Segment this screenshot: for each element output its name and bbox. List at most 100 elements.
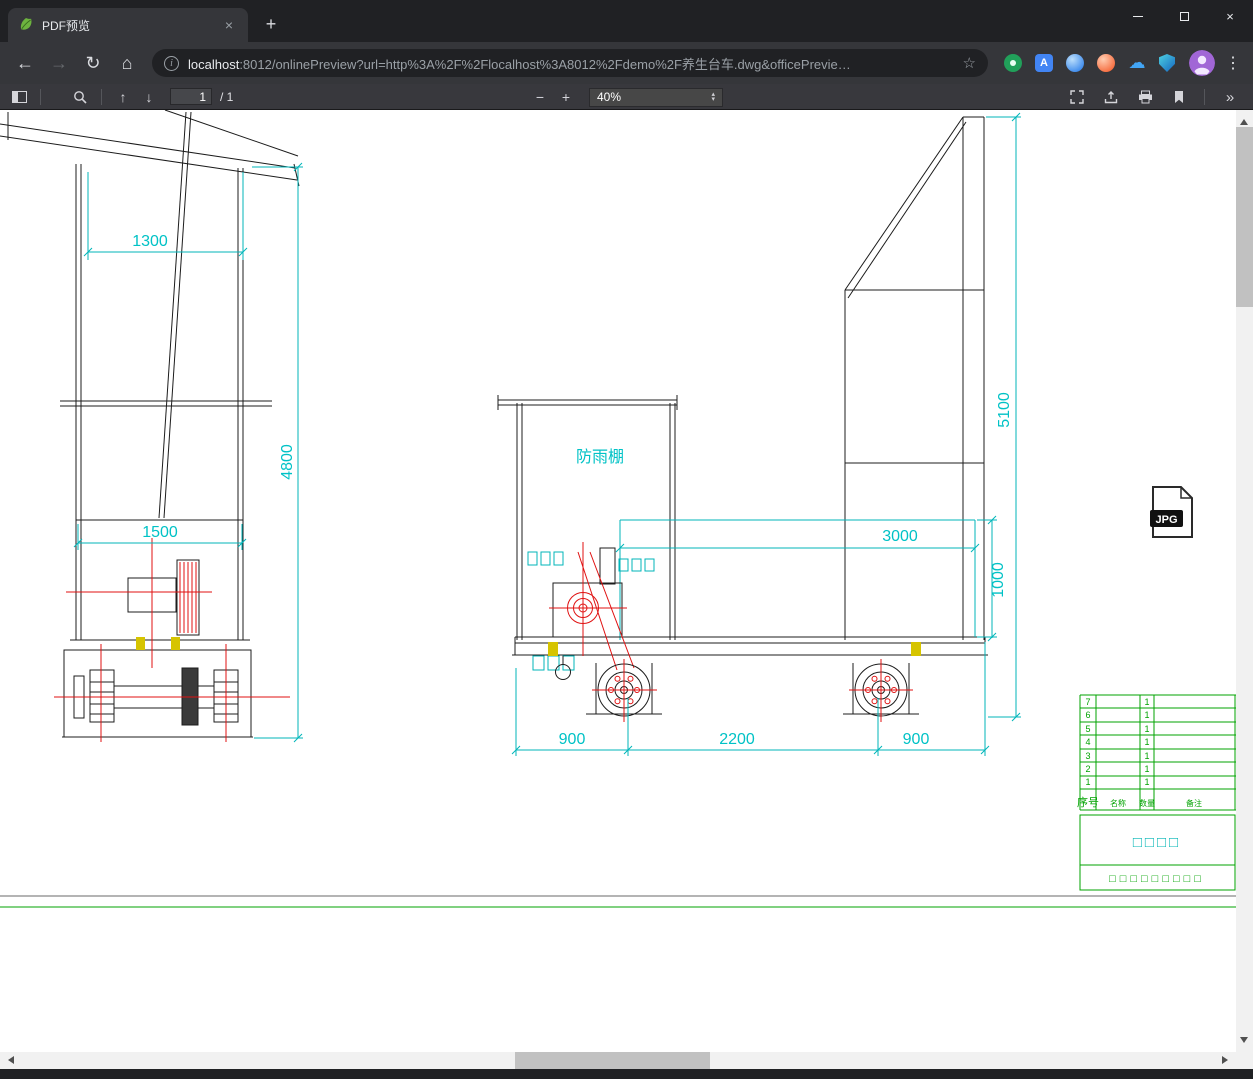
- pdf-page-view: 1300 4800 1500 防雨棚 3000 1000 5100 900 22…: [0, 110, 1253, 1079]
- site-info-icon[interactable]: i: [164, 55, 179, 71]
- cad-drawing: 1300 4800 1500 防雨棚 3000 1000 5100 900 22…: [0, 110, 1236, 908]
- forward-button[interactable]: →: [44, 48, 74, 78]
- back-button[interactable]: ←: [10, 48, 40, 78]
- browser-tab[interactable]: PDF预览 ×: [8, 8, 248, 42]
- fullscreen-icon: [1070, 90, 1084, 104]
- scroll-up-icon[interactable]: [1240, 115, 1248, 125]
- qty-cell: 1: [1144, 751, 1149, 761]
- page-up-button[interactable]: ↑: [110, 86, 136, 108]
- qty-cell: 1: [1144, 697, 1149, 707]
- search-icon: [74, 90, 87, 104]
- new-tab-button[interactable]: +: [258, 11, 284, 37]
- jpg-file-icon: JPG: [1150, 486, 1193, 538]
- cloud-extension-icon[interactable]: ☁: [1128, 53, 1146, 72]
- browser-menu-button[interactable]: ⋮: [1221, 53, 1245, 73]
- zoom-out-button[interactable]: −: [527, 86, 553, 108]
- zoom-in-button[interactable]: +: [553, 86, 579, 108]
- find-button[interactable]: [67, 86, 93, 108]
- maximize-icon: [1179, 11, 1189, 21]
- open-file-button[interactable]: [1096, 86, 1126, 108]
- jpg-label: JPG: [1155, 514, 1177, 526]
- window-bottom-edge: [0, 1069, 1253, 1079]
- avatar-icon: [1189, 50, 1215, 76]
- scroll-left-icon[interactable]: [4, 1056, 14, 1064]
- front-view: 1300 4800 1500: [0, 110, 303, 743]
- profile-avatar[interactable]: [1189, 50, 1215, 76]
- title-bar: PDF预览 × + ×: [0, 0, 1253, 42]
- dimension-label: 1000: [990, 562, 1007, 598]
- url-text: localhost:8012/onlinePreview?url=http%3A…: [188, 54, 953, 73]
- window-controls: ×: [1115, 0, 1253, 32]
- extension-icon-orange[interactable]: [1097, 54, 1115, 72]
- title-block-text: □□□□: [1133, 834, 1181, 851]
- dimension-label: 2200: [719, 731, 755, 748]
- row-number: 3: [1085, 751, 1090, 761]
- minimize-icon: [1133, 15, 1143, 17]
- navigation-bar: ← → ↻ ⌂ i localhost:8012/onlinePreview?u…: [0, 42, 1253, 84]
- zoom-controls: − + 40% ▴ ▾: [527, 84, 723, 110]
- row-number: 2: [1085, 764, 1090, 774]
- zoom-value: 40%: [597, 90, 622, 104]
- qty-cell: 1: [1144, 777, 1149, 787]
- translate-extension-icon[interactable]: A: [1035, 54, 1053, 72]
- address-bar[interactable]: i localhost:8012/onlinePreview?url=http%…: [152, 49, 988, 77]
- scroll-right-icon[interactable]: [1222, 1056, 1232, 1064]
- pdf-toolbar: ↑ ↓ / 1 − + 40% ▴▾: [0, 84, 1253, 110]
- dimension-label: 1300: [132, 233, 168, 250]
- presentation-mode-button[interactable]: [1062, 86, 1092, 108]
- page-count-label: / 1: [220, 89, 234, 104]
- shield-extension-icon[interactable]: [1159, 54, 1175, 72]
- more-tools-button[interactable]: »: [1215, 86, 1245, 108]
- qty-cell: 1: [1144, 710, 1149, 720]
- page-down-button[interactable]: ↓: [136, 86, 162, 108]
- dimension-label: 3000: [882, 528, 918, 545]
- extensions-area: A ☁: [1004, 53, 1175, 72]
- toolbar-divider: [40, 88, 41, 105]
- vertical-scrollbar-thumb[interactable]: [1236, 127, 1253, 307]
- row-number: 1: [1085, 777, 1090, 787]
- dimension-label: 1500: [142, 524, 178, 541]
- row-number: 4: [1085, 737, 1090, 747]
- vertical-scrollbar[interactable]: [1236, 110, 1253, 1052]
- close-button[interactable]: ×: [1207, 0, 1253, 32]
- qty-cell: 1: [1144, 724, 1149, 734]
- row-number: 7: [1085, 697, 1090, 707]
- extension-icon-blue[interactable]: [1066, 54, 1084, 72]
- page-number-input[interactable]: [170, 88, 212, 105]
- side-view: 防雨棚 3000 1000 5100 900 2200 900: [497, 112, 1021, 756]
- toolbar-divider: [1204, 89, 1205, 105]
- select-arrows-icon: ▴ ▾: [711, 91, 715, 103]
- extension-icon-green[interactable]: [1004, 54, 1022, 72]
- browser-window: PDF预览 × + × ← → ↻ ⌂ i localhost:8012/onl…: [0, 0, 1253, 1079]
- horizontal-scrollbar[interactable]: [0, 1052, 1236, 1069]
- zoom-select[interactable]: 40% ▴ ▾: [589, 87, 723, 107]
- url-host: localhost: [188, 56, 240, 72]
- dimension-label: 900: [903, 731, 930, 748]
- bookmark-star-icon[interactable]: ☆: [963, 54, 976, 72]
- sidebar-icon: [11, 90, 27, 103]
- title-block-footer: □□□□□□□□□: [1109, 873, 1205, 885]
- minimize-button[interactable]: [1115, 0, 1161, 32]
- scroll-down-icon[interactable]: [1240, 1037, 1248, 1047]
- row-number: 6: [1085, 710, 1090, 720]
- url-path: :8012/onlinePreview?url=http%3A%2F%2Floc…: [239, 56, 851, 72]
- table-header-note: 备注: [1186, 798, 1202, 808]
- maximize-button[interactable]: [1161, 0, 1207, 32]
- print-button[interactable]: [1130, 86, 1160, 108]
- toolbar-divider: [101, 88, 102, 105]
- tab-close-icon[interactable]: ×: [220, 17, 238, 33]
- qty-cell: 1: [1144, 737, 1149, 747]
- row-number: 5: [1085, 724, 1090, 734]
- sidebar-toggle-button[interactable]: [6, 86, 32, 108]
- bookmark-icon: [1175, 91, 1183, 103]
- dimension-label: 4800: [279, 444, 296, 480]
- home-button[interactable]: ⌂: [112, 48, 142, 78]
- table-header-qty: 数量: [1139, 798, 1155, 808]
- horizontal-scrollbar-thumb[interactable]: [515, 1052, 710, 1069]
- dimension-label: 900: [559, 731, 586, 748]
- table-header-seq: 序号: [1077, 795, 1099, 809]
- print-icon: [1138, 90, 1152, 104]
- reload-button[interactable]: ↻: [78, 48, 108, 78]
- bookmark-button[interactable]: [1164, 86, 1194, 108]
- pdf-toolbar-right: »: [1060, 84, 1247, 110]
